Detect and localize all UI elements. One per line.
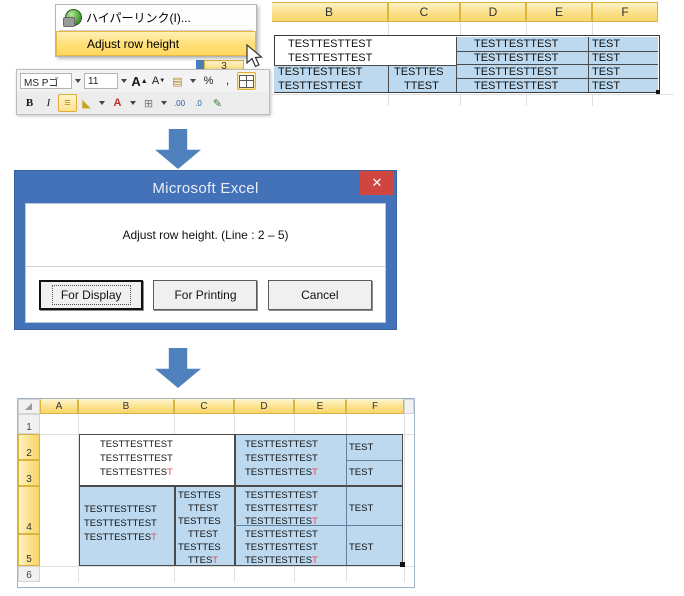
mini-toolbar-row-1: MS Pゴ 11 A ▲ A ▼ ▤ % , <box>17 70 269 92</box>
merged-block-outline <box>79 434 403 566</box>
panel1-cell-c-line-1: TESTTES <box>394 66 444 78</box>
panel1-cell-d-line-4: TESTTESTTEST <box>474 80 559 92</box>
borders-icon[interactable]: ⊞ <box>139 94 158 112</box>
flow-arrow-1 <box>155 129 201 169</box>
dialog-body: Adjust row height. (Line : 2 – 5) For Di… <box>25 203 386 323</box>
font-color-chevron-down-icon[interactable] <box>130 101 136 105</box>
font-name-box[interactable]: MS Pゴ <box>20 73 72 89</box>
cell-styles-chevron-down-icon[interactable] <box>190 79 196 83</box>
for-printing-button[interactable]: For Printing <box>153 280 258 310</box>
format-painter-icon[interactable]: ✎ <box>208 94 227 112</box>
panel1-cell-d-line-2: TESTTESTTEST <box>474 52 559 64</box>
panel1-spreadsheet[interactable]: B C D E F TESTTESTTEST TESTTESTTEST TEST… <box>270 2 674 106</box>
cancel-button-label: Cancel <box>301 288 339 302</box>
align-center-icon[interactable]: ≡ <box>58 94 77 112</box>
row-header-3[interactable]: 3 <box>18 460 40 486</box>
panel-context-menu-step: B C D E F TESTTESTTEST TESTTESTTEST TEST… <box>0 0 684 124</box>
panel1-cell-f-line-2: TEST <box>592 52 621 64</box>
panel1-cell-b-line-4: TESTTESTTEST <box>278 80 363 92</box>
increase-decimal-icon[interactable]: .00 <box>170 94 189 112</box>
panel1-blank-row <box>270 22 674 35</box>
percent-style-icon[interactable]: % <box>199 72 218 90</box>
panel1-col-header-d[interactable]: D <box>460 2 526 22</box>
for-display-button[interactable]: For Display <box>39 280 144 310</box>
col-header-e[interactable]: E <box>294 399 346 414</box>
col-header-tail <box>404 399 414 414</box>
font-size-box[interactable]: 11 <box>84 73 118 89</box>
panel1-col-header-spacer <box>658 2 674 22</box>
panel1-cell-f-line-4: TEST <box>592 80 621 92</box>
bold-icon[interactable]: B <box>20 94 39 112</box>
col-header-c[interactable]: C <box>174 399 234 414</box>
row-header-4[interactable]: 4 <box>18 486 40 534</box>
dialog-button-row: For Display For Printing Cancel <box>26 267 385 323</box>
flow-arrow-2 <box>155 348 201 388</box>
for-printing-button-label: For Printing <box>174 288 237 302</box>
comma-style-icon[interactable]: , <box>218 72 237 90</box>
dialog-message: Adjust row height. (Line : 2 – 5) <box>26 204 385 267</box>
col-header-f[interactable]: F <box>346 399 404 414</box>
panel1-cell-f-line-3: TEST <box>592 66 621 78</box>
close-icon[interactable]: ✕ <box>360 171 394 195</box>
adjust-row-height-toolbar-icon[interactable] <box>237 72 256 90</box>
mini-toolbar-row-2: B I ≡ ◣ A ⊞ .00 .0 ✎ <box>17 92 269 114</box>
panel-result-spreadsheet[interactable]: A B C D E F 1 2 3 4 5 6 TESTTESTTEST TES… <box>17 398 415 588</box>
panel1-col-header-b[interactable]: B <box>270 2 388 22</box>
panel1-col-header-e[interactable]: E <box>526 2 592 22</box>
font-size-chevron-down-icon[interactable] <box>121 79 127 83</box>
panel1-cell-d-line-1: TESTTESTTEST <box>474 38 559 50</box>
select-all-corner[interactable] <box>18 399 40 414</box>
fill-handle[interactable] <box>400 562 405 567</box>
decrease-decimal-icon[interactable]: .0 <box>189 94 208 112</box>
dialog-title: Microsoft Excel <box>152 179 259 197</box>
col-header-a[interactable]: A <box>40 399 78 414</box>
context-menu-item-hyperlink[interactable]: ハイパーリンク(I)... <box>56 5 256 30</box>
context-menu-item-adjust-row-height[interactable]: Adjust row height <box>56 31 256 56</box>
cancel-button[interactable]: Cancel <box>267 280 372 310</box>
panel1-cell-c-line-2: TTEST <box>404 80 439 92</box>
for-display-button-label: For Display <box>51 285 131 305</box>
row-header-1[interactable]: 1 <box>18 414 40 434</box>
col-header-b[interactable]: B <box>78 399 174 414</box>
panel1-col-header-f[interactable]: F <box>592 2 658 22</box>
context-menu-item-adjust-row-height-label: Adjust row height <box>87 36 180 51</box>
excel-dialog[interactable]: Microsoft Excel ✕ Adjust row height. (Li… <box>14 170 397 330</box>
mini-toolbar[interactable]: MS Pゴ 11 A ▲ A ▼ ▤ % , B I ≡ ◣ A ⊞ .00 .… <box>16 69 270 115</box>
globe-icon <box>60 9 86 27</box>
panel1-cell-b-line-2: TESTTESTTEST <box>288 52 373 64</box>
dialog-titlebar: Microsoft Excel ✕ <box>17 171 394 203</box>
font-name-chevron-down-icon[interactable] <box>75 79 81 83</box>
fill-color-chevron-down-icon[interactable] <box>99 101 105 105</box>
shrink-font-icon[interactable]: A ▼ <box>149 72 168 90</box>
borders-chevron-down-icon[interactable] <box>161 101 167 105</box>
cell-styles-icon[interactable]: ▤ <box>168 72 187 90</box>
row-header-5[interactable]: 5 <box>18 534 40 566</box>
col-header-d[interactable]: D <box>234 399 294 414</box>
context-menu[interactable]: ハイパーリンク(I)... Adjust row height <box>55 4 257 57</box>
italic-icon[interactable]: I <box>39 94 58 112</box>
font-color-icon[interactable]: A <box>108 94 127 112</box>
grow-font-icon[interactable]: A ▲ <box>130 72 149 90</box>
panel1-cell-f-line-1: TEST <box>592 38 621 50</box>
row-header-2[interactable]: 2 <box>18 434 40 460</box>
context-menu-item-hyperlink-label: ハイパーリンク(I)... <box>86 11 191 25</box>
panel1-cell-d-line-3: TESTTESTTEST <box>474 66 559 78</box>
fill-color-icon[interactable]: ◣ <box>77 94 96 112</box>
panel1-cell-b-line-1: TESTTESTTEST <box>288 38 373 50</box>
mouse-cursor-icon <box>246 44 264 68</box>
panel1-col-header-c[interactable]: C <box>388 2 460 22</box>
panel1-cell-b-line-3: TESTTESTTEST <box>278 66 363 78</box>
row-header-6[interactable]: 6 <box>18 566 40 582</box>
